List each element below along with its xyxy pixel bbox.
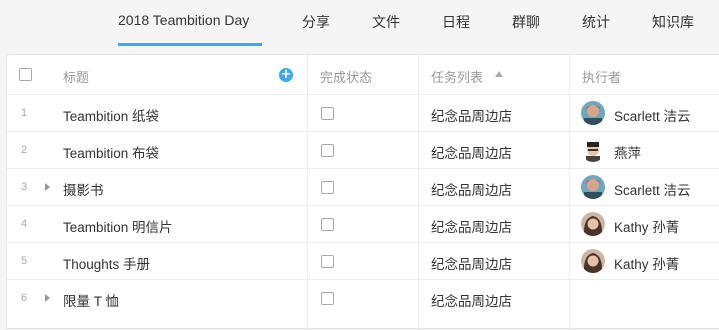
done-checkbox[interactable] <box>321 107 334 120</box>
assignee-name[interactable]: Scarlett 洁云 <box>614 105 691 125</box>
table-row[interactable]: 3 摄影书 纪念品周边店 Scarlett 洁云 <box>7 169 719 206</box>
row-number: 1 <box>21 107 28 119</box>
task-title[interactable]: Teambition 纸袋 <box>63 105 159 125</box>
done-checkbox[interactable] <box>321 144 334 157</box>
task-table: 标题 + 完成状态 任务列表 执行者 1 Teambition 纸袋 纪念品周边… <box>6 54 719 330</box>
column-header-tasklist[interactable]: 任务列表 <box>431 67 483 86</box>
table-header-row: 标题 + 完成状态 任务列表 执行者 <box>7 55 719 95</box>
tab-statistics[interactable]: 统计 <box>582 12 610 32</box>
expand-subtasks-icon[interactable] <box>45 294 50 302</box>
table-row[interactable]: 5 Thoughts 手册 纪念品周边店 Kathy 孙菁 <box>7 243 719 280</box>
column-header-assignee[interactable]: 执行者 <box>582 67 621 86</box>
scarlett-avatar <box>581 175 605 199</box>
kathy-avatar <box>581 249 605 273</box>
task-title[interactable]: 限量 T 恤 <box>63 290 119 310</box>
task-title[interactable]: Teambition 布袋 <box>63 142 159 162</box>
active-tab-indicator <box>118 43 262 46</box>
row-number: 6 <box>21 292 28 304</box>
done-checkbox[interactable] <box>321 255 334 268</box>
task-list-cell[interactable]: 纪念品周边店 <box>431 105 512 125</box>
assignee-name[interactable]: Kathy 孙菁 <box>614 216 679 236</box>
expand-subtasks-icon[interactable] <box>45 183 50 191</box>
tab-share[interactable]: 分享 <box>302 12 330 32</box>
assignee-name[interactable]: 燕萍 <box>614 142 641 162</box>
done-checkbox[interactable] <box>321 218 334 231</box>
select-all-checkbox[interactable] <box>19 68 32 81</box>
tab-calendar[interactable]: 日程 <box>442 12 470 32</box>
task-list-cell[interactable]: 纪念品周边店 <box>431 179 512 199</box>
row-number: 5 <box>21 255 28 267</box>
tab-knowledge-base[interactable]: 知识库 <box>652 12 694 32</box>
assignee-name[interactable]: Kathy 孙菁 <box>614 253 679 273</box>
table-row[interactable]: 4 Teambition 明信片 纪念品周边店 Kathy 孙菁 <box>7 206 719 243</box>
task-list-cell[interactable]: 纪念品周边店 <box>431 216 512 236</box>
project-tab-bar: 2018 Teambition Day 分享 文件 日程 群聊 统计 知识库 <box>0 0 719 46</box>
done-checkbox[interactable] <box>321 181 334 194</box>
table-row[interactable]: 6 限量 T 恤 纪念品周边店 <box>7 280 719 317</box>
task-title[interactable]: 摄影书 <box>63 179 104 199</box>
assignee-name[interactable]: Scarlett 洁云 <box>614 179 691 199</box>
task-list-cell[interactable]: 纪念品周边店 <box>431 253 512 273</box>
column-header-title[interactable]: 标题 <box>63 67 89 86</box>
row-number: 3 <box>21 181 28 193</box>
tab-files[interactable]: 文件 <box>372 12 400 32</box>
sort-ascending-icon[interactable] <box>495 71 503 77</box>
add-task-icon[interactable]: + <box>279 68 293 82</box>
task-title[interactable]: Thoughts 手册 <box>63 253 150 273</box>
column-header-status[interactable]: 完成状态 <box>320 67 372 86</box>
task-list-cell[interactable]: 纪念品周边店 <box>431 290 512 310</box>
kathy-avatar <box>581 212 605 236</box>
yanping-avatar <box>581 138 605 162</box>
task-list-cell[interactable]: 纪念品周边店 <box>431 142 512 162</box>
row-number: 4 <box>21 218 28 230</box>
table-row[interactable]: 1 Teambition 纸袋 纪念品周边店 Scarlett 洁云 <box>7 95 719 132</box>
scarlett-avatar <box>581 101 605 125</box>
tab-2018-teambition-day[interactable]: 2018 Teambition Day <box>118 12 249 28</box>
row-number: 2 <box>21 144 28 156</box>
done-checkbox[interactable] <box>321 292 334 305</box>
tab-group-chat[interactable]: 群聊 <box>512 12 540 32</box>
task-title[interactable]: Teambition 明信片 <box>63 216 173 236</box>
table-row[interactable]: 2 Teambition 布袋 纪念品周边店 燕萍 <box>7 132 719 169</box>
